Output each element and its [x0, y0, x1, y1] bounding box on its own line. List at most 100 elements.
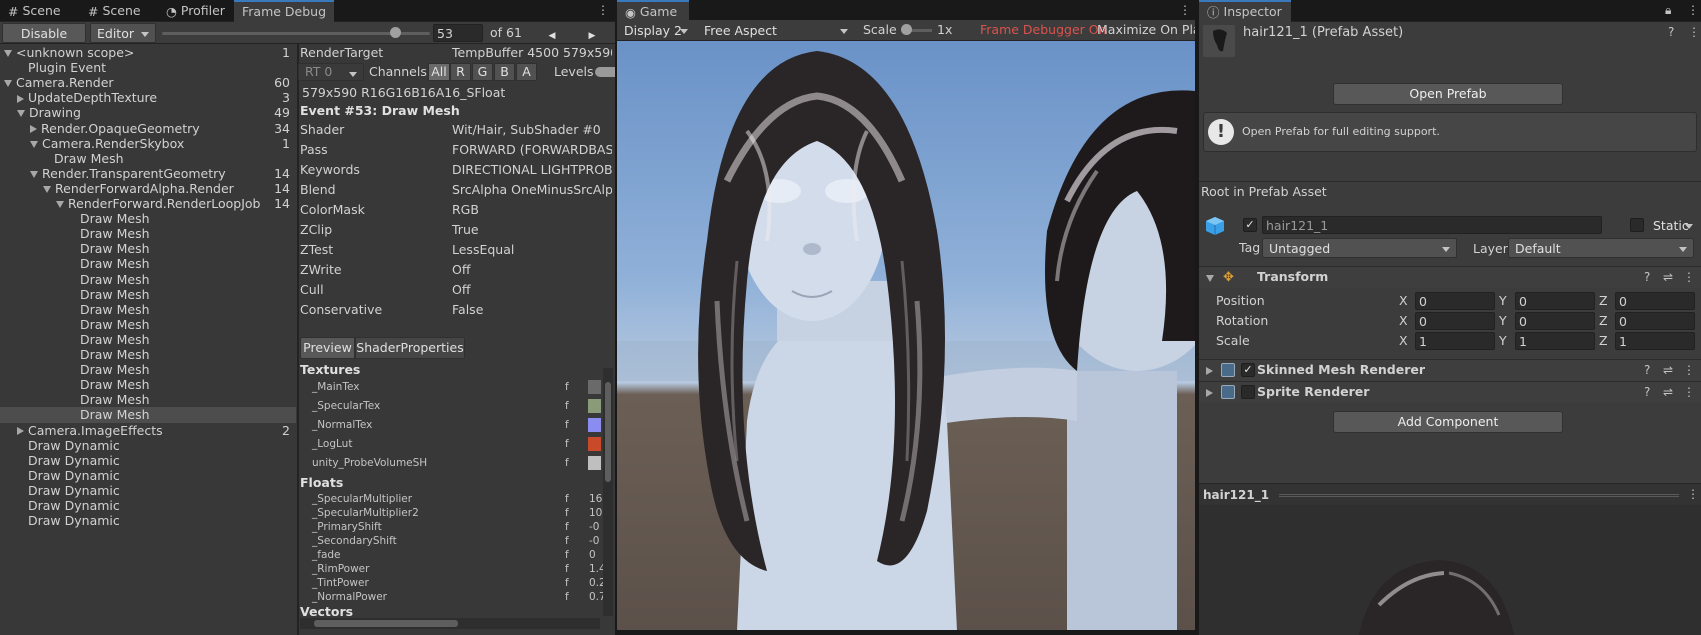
static-dropdown[interactable]: Static — [1646, 215, 1700, 235]
tree-row[interactable]: RenderForwardAlpha.Render 14 — [0, 181, 296, 197]
editor-dropdown[interactable]: Editor — [90, 23, 156, 43]
collapsed-arrow-icon[interactable] — [17, 427, 24, 435]
transform-menu-icon[interactable]: ⋮ — [1683, 270, 1695, 284]
expanded-arrow-icon[interactable] — [43, 185, 51, 193]
transform-rotation-z-field[interactable]: 0 — [1615, 312, 1695, 330]
axis-z-label[interactable]: Z — [1599, 312, 1608, 330]
transform-header[interactable]: ✥ Transform ? ⇌ ⋮ — [1199, 266, 1701, 288]
tree-row[interactable]: Draw Mesh — [0, 332, 296, 348]
tab-profiler[interactable]: ◔ Profiler — [158, 0, 240, 22]
axis-x-label[interactable]: X — [1399, 312, 1408, 330]
tree-row[interactable]: Draw Mesh — [0, 211, 296, 227]
transform-expand-icon[interactable] — [1206, 275, 1214, 282]
aspect-dropdown[interactable]: Free Aspect — [697, 20, 855, 40]
tab-frame-debug[interactable]: Frame Debug — [234, 0, 334, 22]
tree-row[interactable]: Render.OpaqueGeometry 34 — [0, 121, 296, 137]
transform-scale-y-field[interactable]: 1 — [1515, 332, 1595, 350]
component-presets-icon[interactable]: ⇌ — [1663, 363, 1673, 377]
component-enabled-checkbox[interactable]: ✓ — [1241, 363, 1255, 377]
texture-thumbnail[interactable] — [588, 399, 601, 413]
component-expand-icon[interactable] — [1206, 389, 1213, 397]
tree-row[interactable]: Draw Dynamic — [0, 453, 296, 469]
object-name-field[interactable]: hair121_1 — [1262, 216, 1602, 234]
transform-position-z-field[interactable]: 0 — [1615, 292, 1695, 310]
transform-position-x-field[interactable]: 0 — [1415, 292, 1495, 310]
maximize-on-play-toggle[interactable]: Maximize On Play — [1097, 21, 1195, 39]
transform-position-y-field[interactable]: 0 — [1515, 292, 1595, 310]
texture-thumbnail[interactable] — [588, 418, 601, 432]
tab-game[interactable]: ◉ Game — [617, 0, 689, 22]
tree-row[interactable]: Draw Mesh — [0, 362, 296, 378]
prev-frame-button[interactable]: ◀ — [536, 23, 568, 43]
component-header[interactable]: Sprite Renderer? ⇌ ⋮ — [1199, 381, 1701, 403]
open-prefab-button[interactable]: Open Prefab — [1333, 83, 1563, 105]
tree-row[interactable]: Draw Dynamic — [0, 468, 296, 484]
texture-thumbnail[interactable] — [588, 456, 601, 470]
expanded-arrow-icon[interactable] — [56, 201, 64, 208]
tree-row[interactable]: Draw Mesh — [0, 256, 296, 272]
tree-row[interactable]: RenderForward.RenderLoopJob 14 — [0, 196, 296, 212]
component-expand-icon[interactable] — [1206, 367, 1213, 375]
axis-x-label[interactable]: X — [1399, 292, 1408, 310]
rt-select-dropdown[interactable]: RT 0 — [298, 63, 364, 81]
expanded-arrow-icon[interactable] — [30, 170, 38, 178]
preview-viewport[interactable] — [1199, 505, 1701, 635]
tree-row[interactable]: Draw Mesh — [0, 392, 296, 408]
transform-rotation-x-field[interactable]: 0 — [1415, 312, 1495, 330]
tree-row[interactable]: Camera.Render 60 — [0, 75, 296, 91]
tree-row[interactable]: Draw Dynamic — [0, 438, 296, 454]
subtab-preview[interactable]: Preview — [300, 337, 355, 359]
frame-number-input[interactable]: 53 — [433, 24, 483, 42]
axis-y-label[interactable]: Y — [1499, 332, 1507, 350]
shader-props-hscrollbar[interactable] — [300, 618, 600, 629]
component-menu-icon[interactable]: ⋮ — [1683, 385, 1695, 399]
tree-row[interactable]: UpdateDepthTexture 3 — [0, 90, 296, 106]
disable-button[interactable]: Disable — [2, 23, 86, 43]
tab-inspector[interactable]: ⓘ Inspector — [1199, 0, 1291, 22]
add-component-button[interactable]: Add Component — [1333, 411, 1563, 433]
tree-row[interactable]: Draw Mesh — [0, 302, 296, 318]
tree-row[interactable]: Draw Mesh — [0, 241, 296, 257]
tag-dropdown[interactable]: Untagged — [1262, 238, 1457, 258]
preview-menu-icon[interactable]: ⋮ — [1687, 487, 1699, 501]
tree-row[interactable]: Draw Dynamic — [0, 498, 296, 514]
component-enabled-checkbox[interactable] — [1241, 385, 1255, 399]
channel-a-button[interactable]: A — [516, 63, 537, 81]
axis-x-label[interactable]: X — [1399, 332, 1408, 350]
active-checkbox[interactable]: ✓ — [1243, 218, 1257, 232]
transform-scale-z-field[interactable]: 1 — [1615, 332, 1695, 350]
tree-row[interactable]: Draw Mesh — [0, 226, 296, 242]
tree-row[interactable]: Camera.RenderSkybox 1 — [0, 136, 296, 152]
expanded-arrow-icon[interactable] — [17, 110, 25, 118]
component-menu-icon[interactable]: ⋮ — [1683, 363, 1695, 377]
more-menu-icon[interactable]: ⋮ — [597, 3, 609, 17]
collapsed-arrow-icon[interactable] — [30, 125, 37, 133]
inspector-more-menu-icon[interactable]: ⋮ — [1687, 3, 1699, 17]
transform-rotation-y-field[interactable]: 0 — [1515, 312, 1595, 330]
tree-row[interactable]: <unknown scope> 1 — [0, 45, 296, 61]
asset-menu-icon[interactable]: ⋮ — [1688, 25, 1700, 39]
texture-thumbnail[interactable] — [588, 437, 601, 451]
channel-g-button[interactable]: G — [472, 63, 493, 81]
help-icon[interactable]: ? — [1668, 25, 1674, 39]
tree-row[interactable]: Draw Mesh — [0, 407, 296, 424]
axis-z-label[interactable]: Z — [1599, 292, 1608, 310]
shader-props-vscrollbar[interactable] — [603, 368, 613, 616]
axis-z-label[interactable]: Z — [1599, 332, 1608, 350]
lock-icon[interactable]: 🔒︎ — [1665, 3, 1671, 18]
transform-presets-icon[interactable]: ⇌ — [1663, 270, 1673, 284]
channel-r-button[interactable]: R — [450, 63, 471, 81]
channel-b-button[interactable]: B — [494, 63, 515, 81]
tree-row[interactable]: Drawing 49 — [0, 105, 296, 121]
tree-row[interactable]: Draw Mesh — [0, 347, 296, 363]
transform-help-icon[interactable]: ? — [1644, 270, 1650, 284]
collapsed-arrow-icon[interactable] — [17, 94, 24, 103]
component-presets-icon[interactable]: ⇌ — [1663, 385, 1673, 399]
tree-row[interactable]: Draw Mesh — [0, 287, 296, 303]
component-help-icon[interactable]: ? — [1644, 363, 1650, 377]
display-dropdown[interactable]: Display 2 — [617, 20, 695, 40]
expanded-arrow-icon[interactable] — [4, 50, 12, 57]
preview-drag-bar[interactable] — [1279, 494, 1679, 497]
frame-slider-thumb[interactable] — [390, 27, 402, 38]
transform-scale-x-field[interactable]: 1 — [1415, 332, 1495, 350]
